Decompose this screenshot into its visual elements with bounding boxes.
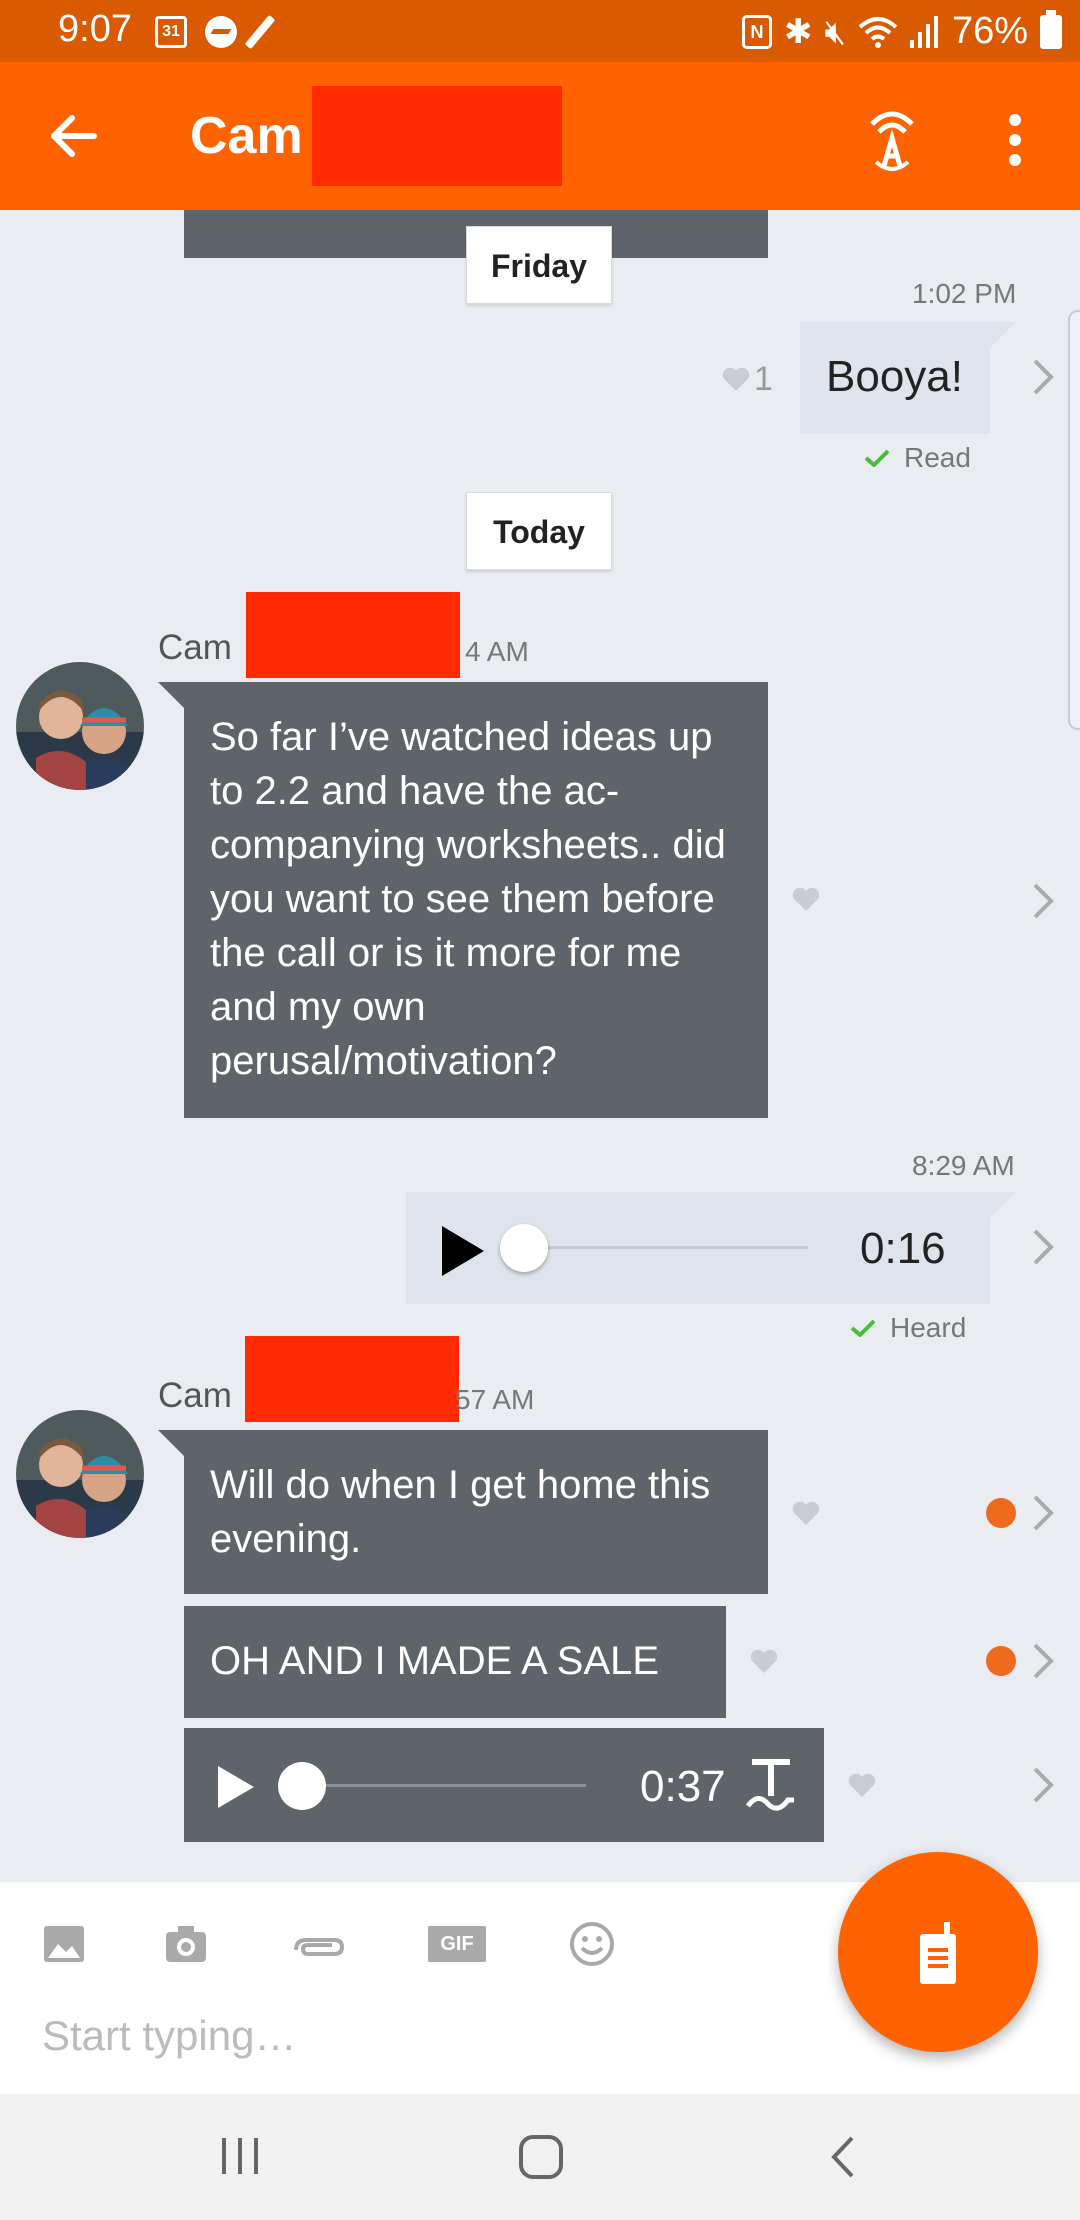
sender-name: Cam bbox=[158, 1376, 232, 1415]
attach-icon[interactable] bbox=[290, 1920, 346, 1968]
gif-icon[interactable]: GIF bbox=[428, 1926, 486, 1962]
heart-icon[interactable] bbox=[792, 1500, 820, 1526]
message-bubble-in[interactable]: So far I’ve watched ideas up to 2.2 and … bbox=[184, 682, 768, 1118]
recents-icon[interactable] bbox=[218, 2134, 262, 2178]
home-icon[interactable] bbox=[518, 2134, 564, 2180]
timestamp: 8:29 AM bbox=[912, 1150, 1015, 1181]
check-icon bbox=[864, 449, 890, 467]
calendar-icon: 31 bbox=[155, 16, 187, 48]
heard-status: Heard bbox=[890, 1312, 967, 1343]
heart-icon[interactable] bbox=[722, 366, 750, 392]
unread-dot bbox=[986, 1646, 1016, 1676]
message-bubble-in[interactable]: Will do when I get home this evening. bbox=[184, 1430, 768, 1594]
camera-icon[interactable] bbox=[162, 1920, 210, 1968]
audio-scrubber[interactable] bbox=[518, 1246, 808, 1249]
chevron-right-icon[interactable] bbox=[1030, 1764, 1056, 1806]
audio-duration: 0:16 bbox=[860, 1224, 946, 1273]
like-count: 1 bbox=[754, 360, 773, 398]
walkie-talkie-icon bbox=[920, 1922, 956, 1984]
read-receipt: Read bbox=[864, 442, 971, 474]
signal-icon bbox=[909, 15, 938, 48]
audio-duration: 0:37 bbox=[640, 1762, 726, 1811]
message-text: So far I’ve watched ideas up to 2.2 and … bbox=[210, 715, 726, 1083]
messenger-icon bbox=[205, 16, 237, 48]
date-separator-friday: Friday bbox=[466, 226, 612, 304]
pen-icon bbox=[244, 14, 276, 50]
audio-scrubber-thumb[interactable] bbox=[500, 1224, 548, 1272]
bubble-tail bbox=[158, 1430, 184, 1456]
wifi-icon bbox=[858, 16, 898, 48]
redaction-box bbox=[312, 86, 562, 186]
read-status: Read bbox=[904, 442, 971, 473]
message-text: Booya! bbox=[826, 352, 963, 401]
chevron-right-icon[interactable] bbox=[1030, 356, 1056, 398]
heart-icon[interactable] bbox=[792, 886, 820, 912]
emoji-icon[interactable] bbox=[568, 1920, 616, 1968]
walkie-talkie-button[interactable] bbox=[838, 1852, 1038, 2052]
conversation-title: Cam bbox=[190, 107, 303, 165]
audio-scrubber[interactable] bbox=[302, 1784, 586, 1787]
status-bar: 9:07 31 N ✱ 🔇︎ 76% bbox=[0, 0, 1080, 62]
battery-percent: 76% bbox=[951, 10, 1028, 52]
message-bubble-out[interactable]: Booya! bbox=[800, 322, 990, 434]
chevron-right-icon[interactable] bbox=[1030, 880, 1056, 922]
clipped-text: dinner bbox=[214, 210, 325, 220]
chevron-right-icon[interactable] bbox=[1030, 1640, 1056, 1682]
edge-panel-handle[interactable] bbox=[1068, 310, 1080, 730]
audio-message-out[interactable]: 0:16 bbox=[406, 1192, 990, 1304]
avatar[interactable] bbox=[16, 1410, 144, 1538]
timestamp: 1:02 PM bbox=[912, 278, 1017, 309]
image-icon[interactable] bbox=[40, 1920, 88, 1968]
transcribe-icon[interactable] bbox=[744, 1756, 798, 1814]
chat-area[interactable]: dinner Friday 1:02 PM 1 Booya! Read Toda… bbox=[0, 210, 1080, 1882]
message-input[interactable]: Start typing… bbox=[42, 2012, 296, 2060]
message-text: OH AND I MADE A SALE bbox=[210, 1639, 660, 1683]
mute-icon: 🔇︎ bbox=[824, 12, 846, 51]
nfc-icon: N bbox=[742, 14, 773, 49]
bubble-tail bbox=[990, 322, 1016, 348]
redaction-box bbox=[246, 592, 460, 678]
back-icon[interactable] bbox=[828, 2134, 858, 2180]
chevron-right-icon[interactable] bbox=[1030, 1226, 1056, 1268]
battery-icon bbox=[1040, 9, 1062, 49]
unread-dot bbox=[986, 1498, 1016, 1528]
system-nav-bar bbox=[0, 2094, 1080, 2220]
heart-icon[interactable] bbox=[848, 1772, 876, 1798]
check-icon bbox=[850, 1319, 876, 1337]
message-bubble-in[interactable]: OH AND I MADE A SALE bbox=[184, 1606, 726, 1718]
play-icon[interactable] bbox=[216, 1764, 256, 1810]
status-icons: N ✱ 🔇︎ 76% bbox=[742, 9, 1062, 53]
app-bar: Cam bbox=[0, 62, 1080, 210]
bluetooth-icon: ✱ bbox=[784, 12, 813, 51]
more-vert-icon[interactable] bbox=[990, 110, 1040, 170]
timestamp: 4 AM bbox=[465, 636, 529, 667]
audio-scrubber-thumb[interactable] bbox=[278, 1762, 326, 1810]
walkie-wifi-icon[interactable] bbox=[862, 104, 922, 174]
play-icon[interactable] bbox=[440, 1224, 486, 1278]
avatar[interactable] bbox=[16, 662, 144, 790]
heard-receipt: Heard bbox=[850, 1312, 966, 1344]
arrow-left-icon[interactable] bbox=[44, 106, 104, 166]
chevron-right-icon[interactable] bbox=[1030, 1492, 1056, 1534]
status-time: 9:07 bbox=[58, 8, 132, 50]
sender-name: Cam bbox=[158, 628, 232, 667]
bubble-tail bbox=[158, 682, 184, 708]
heart-icon[interactable] bbox=[750, 1648, 778, 1674]
date-separator-today: Today bbox=[466, 492, 612, 570]
bubble-tail bbox=[990, 1192, 1016, 1218]
timestamp: 57 AM bbox=[455, 1384, 535, 1415]
redaction-box bbox=[245, 1336, 459, 1422]
audio-message-in[interactable]: 0:37 bbox=[184, 1728, 824, 1842]
message-text: Will do when I get home this evening. bbox=[210, 1463, 711, 1561]
